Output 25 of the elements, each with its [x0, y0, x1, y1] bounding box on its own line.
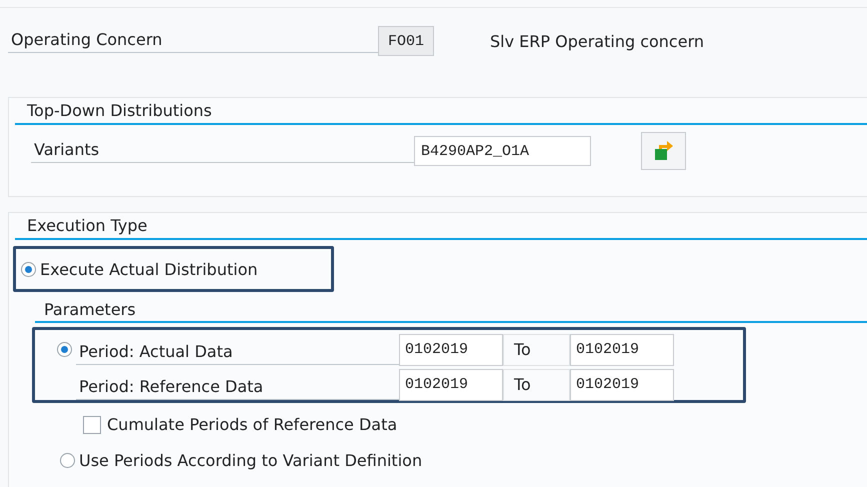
input-field[interactable]: 0102019: [399, 334, 503, 366]
group-title: Top-Down Distributions: [15, 98, 867, 125]
readonly-field: FO01: [378, 26, 434, 56]
input-field[interactable]: 0102019: [570, 368, 674, 400]
radio-label[interactable]: Execute Actual Distribution: [40, 260, 258, 278]
transfer-button[interactable]: [641, 132, 686, 170]
checkbox[interactable]: [83, 416, 101, 434]
field-description: Slv ERP Operating concern: [490, 32, 704, 50]
radio-button[interactable]: [21, 262, 36, 276]
radio-button[interactable]: [60, 453, 75, 468]
field-label: Variants: [31, 140, 414, 162]
field-label: Period: Actual Data: [76, 334, 399, 364]
radio-label[interactable]: Use Periods According to Variant Definition: [79, 451, 422, 470]
group-title: Execution Type: [15, 213, 867, 240]
input-field[interactable]: B4290AP2_O1A: [414, 136, 591, 166]
field-label: Operating Concern: [8, 30, 378, 52]
input-field[interactable]: 0102019: [570, 334, 674, 366]
group-title: Parameters: [35, 300, 867, 323]
range-label: To: [503, 368, 570, 400]
checkbox-label[interactable]: Cumulate Periods of Reference Data: [107, 415, 398, 434]
input-field[interactable]: 0102019: [399, 368, 503, 400]
range-label: To: [503, 334, 570, 366]
field-label: Period: Reference Data: [76, 370, 399, 400]
radio-button[interactable]: [57, 342, 72, 357]
transfer-icon: [652, 140, 674, 162]
